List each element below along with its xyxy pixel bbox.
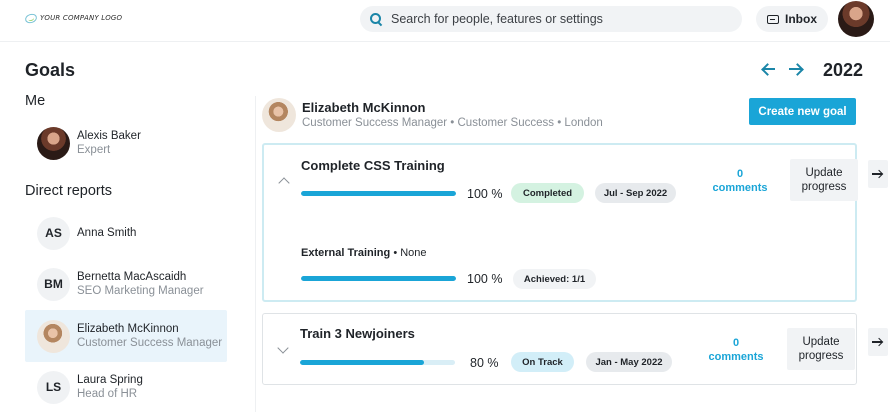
page-title: Goals [25,60,76,80]
goal-card-train-3-newjoiners[interactable]: Train 3 Newjoiners 80 % On Track Jan - M… [262,313,857,385]
sidebar-person-me[interactable]: Alexis Baker Expert [25,117,227,169]
sub-goal-progress-fill [301,276,456,281]
person-role: SEO Marketing Manager [77,284,204,297]
inbox-icon [767,14,779,24]
previous-year-arrow-icon[interactable] [762,62,776,76]
avatar [37,126,70,160]
employee-avatar [262,98,296,132]
sub-goal-progress-text: 100 % [467,272,503,286]
sub-goal-progress-bar [301,276,456,281]
goal-progress-fill [300,360,424,365]
update-progress-button[interactable]: Update progress [790,159,858,201]
inbox-button[interactable]: Inbox [756,6,828,32]
goal-card-complete-css-training[interactable]: Complete CSS Training 100 % Completed Ju… [262,143,858,302]
avatar [37,319,70,353]
person-role: Customer Success Manager [77,336,223,349]
comments-count: 0 [732,337,740,349]
goal-detail-arrow-icon[interactable] [868,160,888,188]
status-badge: On Track [511,352,574,372]
comments-label: comments [708,351,764,363]
person-name: Laura Spring [77,373,143,386]
user-avatar[interactable] [838,1,874,37]
status-badge: Completed [511,183,584,203]
goal-progress-fill [301,191,456,196]
person-name: Bernetta MacAscaidh [77,270,187,283]
year-label: 2022 [823,60,864,80]
person-role: Head of HR [77,387,138,400]
update-label-line2: progress [798,350,844,362]
goal-title: Train 3 Newjoiners [300,326,415,341]
avatar: LS [37,370,70,404]
goal-progress-bar [300,360,455,365]
logo-text: YOUR COMPANY LOGO [40,14,123,22]
person-role: Expert [77,143,111,156]
chevron-down-icon[interactable] [277,342,289,354]
update-progress-button[interactable]: Update progress [787,328,855,370]
comments-label: comments [712,182,768,194]
search-icon [369,12,383,26]
company-logo[interactable]: YOUR COMPANY LOGO [23,11,123,25]
avatar: AS [37,216,70,250]
inbox-label: Inbox [785,12,817,26]
sidebar-person-laura-spring[interactable]: LS Laura Spring Head of HR [25,361,227,412]
create-new-goal-button[interactable]: Create new goal [749,98,856,125]
column-divider [255,96,256,412]
search-input[interactable] [391,12,731,26]
avatar: BM [37,267,70,301]
logo-icon [23,11,39,25]
goal-progress-text: 100 % [467,187,503,201]
sidebar-person-anna-smith[interactable]: AS Anna Smith [25,207,227,259]
update-label-line1: Update [805,167,843,179]
sub-goal-title: External Training • None [301,247,427,259]
chevron-up-icon[interactable] [278,177,290,189]
sub-goal-detail: • None [393,247,427,259]
me-section-label: Me [25,93,46,109]
sidebar-person-elizabeth-mckinnon[interactable]: Elizabeth McKinnon Customer Success Mana… [25,310,227,362]
period-badge: Jan - May 2022 [586,352,672,372]
update-label-line2: progress [801,181,847,193]
comments-link[interactable]: 0 comments [701,336,771,364]
search-bar[interactable] [360,6,742,32]
achieved-badge: Achieved: 1/1 [513,269,596,289]
comments-link[interactable]: 0 comments [705,167,775,195]
goal-progress-text: 80 % [470,356,499,370]
goal-progress-bar [301,191,456,196]
top-bar: YOUR COMPANY LOGO Inbox [0,0,890,42]
goal-title: Complete CSS Training [301,158,445,173]
update-label-line1: Update [802,336,840,348]
goal-detail-arrow-icon[interactable] [868,328,888,356]
sub-goal-name: External Training [301,247,391,259]
person-name: Elizabeth McKinnon [77,322,179,335]
period-badge: Jul - Sep 2022 [595,183,676,203]
sidebar-person-bernetta-macascaidh[interactable]: BM Bernetta MacAscaidh SEO Marketing Man… [25,258,227,310]
next-year-arrow-icon[interactable] [788,62,802,76]
comments-count: 0 [736,168,744,180]
employee-name: Elizabeth McKinnon [302,100,426,115]
employee-subtitle: Customer Success Manager • Customer Succ… [302,117,603,129]
direct-reports-label: Direct reports [25,183,113,199]
person-name: Anna Smith [77,227,137,239]
person-name: Alexis Baker [77,129,141,142]
